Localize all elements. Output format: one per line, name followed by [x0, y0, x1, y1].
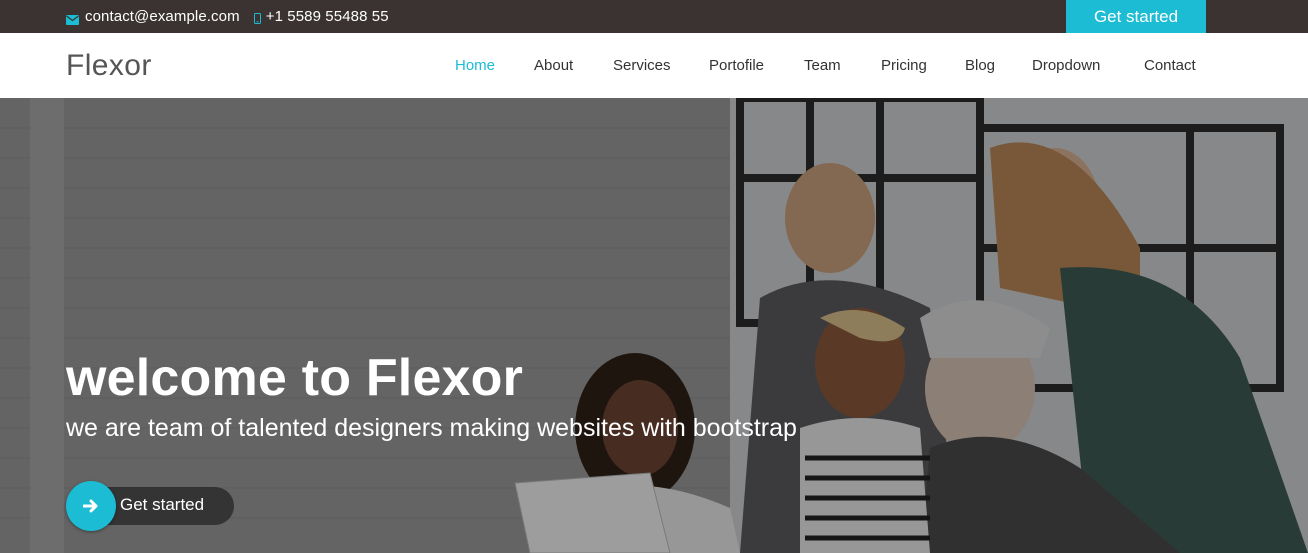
contact-phone-group: +1 5589 55488 55 [253, 8, 389, 25]
topbar-get-started-button[interactable]: Get started [1066, 0, 1206, 33]
contact-email[interactable]: contact@example.com [85, 8, 240, 25]
nav-contact[interactable]: Contact [1144, 33, 1196, 98]
nav-blog[interactable]: Blog [965, 33, 995, 98]
contact-info: contact@example.com +1 5589 55488 55 [66, 0, 389, 33]
hero-subtitle: we are team of talented designers making… [66, 414, 797, 442]
arrow-right-icon [66, 481, 116, 531]
nav-services[interactable]: Services [613, 33, 671, 98]
nav-pricing[interactable]: Pricing [881, 33, 927, 98]
hero-section: welcome to Flexor we are team of talente… [0, 98, 1308, 553]
nav-team[interactable]: Team [804, 33, 841, 98]
nav-portofile[interactable]: Portofile [709, 33, 764, 98]
mobile-phone-icon [253, 11, 261, 24]
site-header: Flexor Home About Services Portofile Tea… [0, 33, 1308, 98]
nav-about[interactable]: About [534, 33, 573, 98]
envelope-icon [66, 12, 79, 25]
hero-title: welcome to Flexor [66, 349, 524, 407]
nav-home[interactable]: Home [455, 33, 495, 98]
hero-get-started-button[interactable]: Get started [66, 481, 234, 531]
hero-cta-label: Get started [120, 495, 205, 514]
nav-dropdown[interactable]: Dropdown [1032, 33, 1100, 98]
main-nav: Home About Services Portofile Team Prici… [0, 33, 1308, 98]
top-bar: contact@example.com +1 5589 55488 55 Get… [0, 0, 1308, 33]
contact-phone[interactable]: +1 5589 55488 55 [266, 8, 389, 25]
